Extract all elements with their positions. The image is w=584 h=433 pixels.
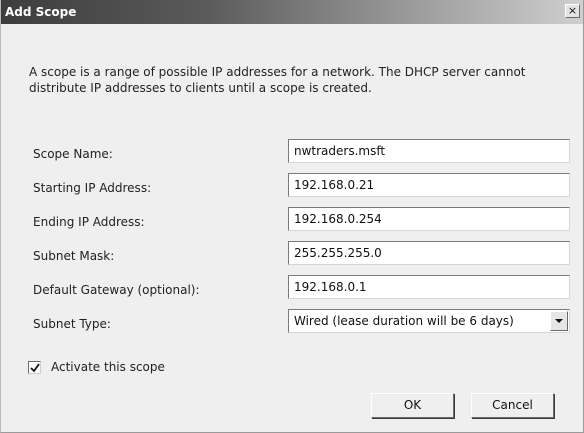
start-ip-label: Starting IP Address: — [33, 181, 152, 195]
subnet-type-label: Subnet Type: — [33, 317, 111, 331]
activate-scope-checkbox[interactable] — [28, 361, 41, 374]
scope-name-input[interactable]: nwtraders.msft — [288, 139, 570, 163]
cancel-button[interactable]: Cancel — [471, 393, 554, 418]
gateway-input[interactable]: 192.168.0.1 — [288, 275, 570, 299]
end-ip-label: Ending IP Address: — [33, 215, 145, 229]
scope-description: A scope is a range of possible IP addres… — [29, 65, 526, 95]
end-ip-input[interactable]: 192.168.0.254 — [288, 207, 570, 231]
close-icon[interactable]: × — [565, 4, 580, 18]
scope-name-label: Scope Name: — [33, 147, 113, 161]
subnet-type-value: Wired (lease duration will be 6 days) — [294, 314, 514, 328]
dialog-title: Add Scope — [5, 5, 77, 19]
subnet-mask-label: Subnet Mask: — [33, 249, 115, 263]
ok-button[interactable]: OK — [371, 393, 454, 418]
chevron-down-icon[interactable] — [550, 311, 568, 331]
subnet-mask-input[interactable]: 255.255.255.0 — [288, 241, 570, 265]
add-scope-dialog: Add Scope × A scope is a range of possib… — [0, 0, 584, 433]
activate-scope-label[interactable]: Activate this scope — [51, 360, 165, 374]
subnet-type-select[interactable]: Wired (lease duration will be 6 days) — [288, 309, 570, 333]
checkmark-icon — [30, 363, 40, 373]
gateway-label: Default Gateway (optional): — [33, 283, 200, 297]
title-bar[interactable]: Add Scope × — [1, 0, 583, 24]
start-ip-input[interactable]: 192.168.0.21 — [288, 173, 570, 197]
